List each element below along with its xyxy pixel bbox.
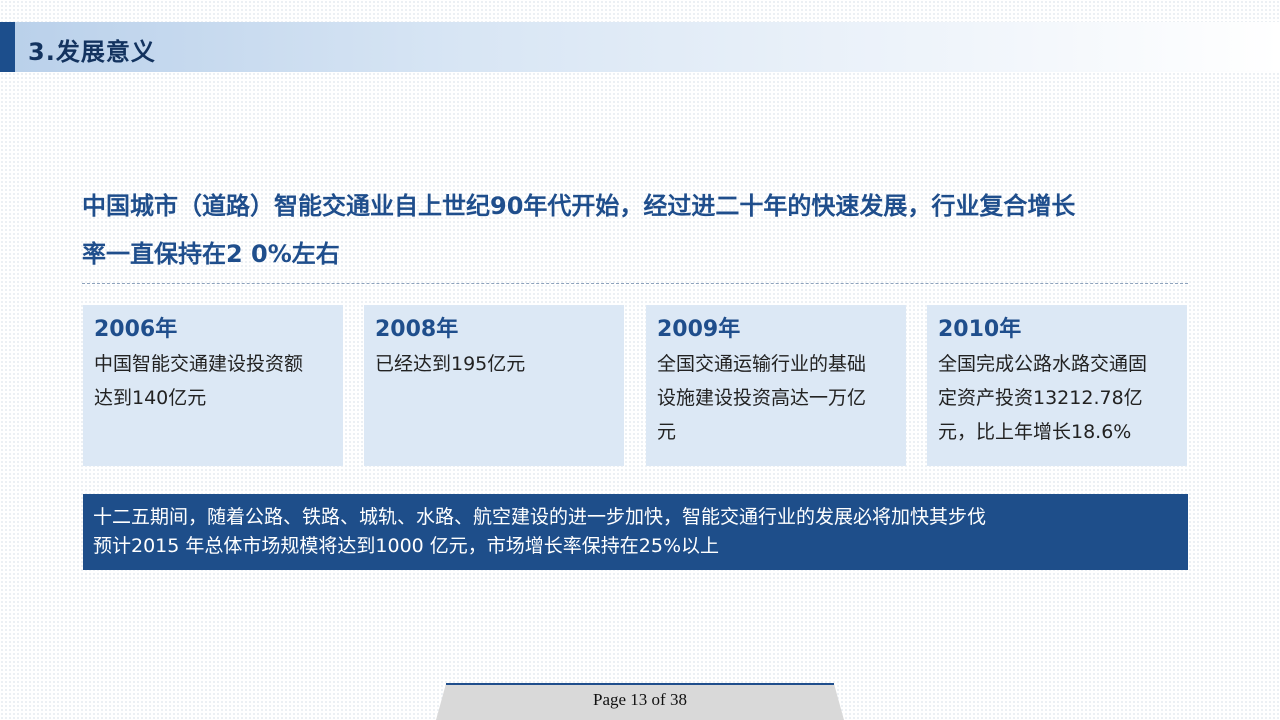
summary-line-1: 十二五期间，随着公路、铁路、城轨、水路、航空建设的进一步加快，智能交通行业的发展… (93, 506, 987, 528)
card-2006: 2006年 中国智能交通建设投资额 达到140亿元 (83, 305, 343, 466)
header-accent-bar (0, 22, 15, 72)
card-text: 已经达到195亿元 (375, 347, 614, 381)
card-text-line: 元，比上年增长18.6% (938, 421, 1132, 443)
card-2008: 2008年 已经达到195亿元 (364, 305, 624, 466)
card-text-line: 达到140亿元 (94, 387, 207, 409)
card-text-line: 中国智能交通建设投资额 (94, 353, 304, 375)
card-year: 2010年 (938, 317, 1022, 342)
footer-accent-line (446, 683, 834, 685)
headline: 中国城市（道路）智能交通业自上世纪90年代开始，经过进二十年的快速发展，行业复合… (82, 182, 1192, 278)
card-text-line: 全国交通运输行业的基础 (657, 353, 867, 375)
card-text-line: 全国完成公路水路交通固 (938, 353, 1148, 375)
card-2010: 2010年 全国完成公路水路交通固 定资产投资13212.78亿 元，比上年增长… (927, 305, 1187, 466)
card-year: 2009年 (657, 317, 741, 342)
page-number: Page 13 of 38 (593, 690, 687, 709)
header-band: 3.发展意义 (0, 22, 1280, 72)
card-text: 全国交通运输行业的基础 设施建设投资高达一万亿 元 (657, 347, 896, 449)
card-text-line: 定资产投资13212.78亿 (938, 387, 1143, 409)
card-year: 2008年 (375, 317, 459, 342)
summary-line-2: 预计2015 年总体市场规模将达到1000 亿元，市场增长率保持在25%以上 (93, 535, 720, 557)
card-text: 中国智能交通建设投资额 达到140亿元 (94, 347, 333, 415)
card-year: 2006年 (94, 317, 178, 342)
headline-line-2: 率一直保持在2 0%左右 (82, 240, 340, 268)
card-text-line: 已经达到195亿元 (375, 353, 526, 375)
dashed-divider (82, 283, 1188, 284)
headline-line-1: 中国城市（道路）智能交通业自上世纪90年代开始，经过进二十年的快速发展，行业复合… (82, 192, 1076, 220)
card-2009: 2009年 全国交通运输行业的基础 设施建设投资高达一万亿 元 (646, 305, 906, 466)
card-text-line: 设施建设投资高达一万亿 (657, 387, 867, 409)
card-text-line: 元 (657, 421, 677, 443)
page-title: 3.发展意义 (28, 38, 156, 66)
card-text: 全国完成公路水路交通固 定资产投资13212.78亿 元，比上年增长18.6% (938, 347, 1177, 449)
summary-box: 十二五期间，随着公路、铁路、城轨、水路、航空建设的进一步加快，智能交通行业的发展… (83, 494, 1188, 570)
